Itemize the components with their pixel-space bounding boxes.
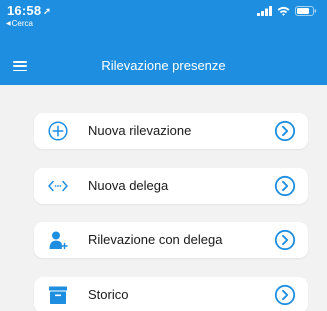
wifi-icon	[277, 6, 290, 16]
app-header: 16:58 ➚ ◀Cerca Rilevazione presenze	[0, 0, 327, 85]
menu-item-label: Nuova rilevazione	[88, 123, 192, 138]
menu-item-storico[interactable]: Storico	[34, 277, 308, 311]
signal-icon	[257, 6, 272, 16]
battery-icon	[295, 6, 317, 16]
archive-box-icon	[47, 284, 69, 306]
chevron-circle-right-icon[interactable]	[274, 120, 296, 142]
page-title: Rilevazione presenze	[101, 58, 226, 73]
menu-item-label: Storico	[88, 287, 129, 302]
status-icons	[257, 6, 317, 16]
menu-item-label: Nuova delega	[88, 178, 169, 193]
back-triangle-icon: ◀	[6, 21, 11, 27]
menu-item-nuova-rilevazione[interactable]: Nuova rilevazione	[34, 113, 308, 149]
back-app-label: Cerca	[11, 19, 33, 28]
menu-item-nuova-delega[interactable]: Nuova delega	[34, 168, 308, 204]
code-arrows-icon	[47, 175, 69, 197]
menu-item-label: Rilevazione con delega	[88, 232, 223, 247]
plus-circle-icon	[47, 120, 69, 142]
menu-item-rilevazione-con-delega[interactable]: Rilevazione con delega	[34, 222, 308, 258]
location-arrow-icon: ➚	[43, 6, 51, 16]
back-to-app-link[interactable]: ◀Cerca	[6, 19, 33, 28]
chevron-circle-right-icon[interactable]	[274, 284, 296, 306]
status-time: 16:58 ➚	[7, 3, 51, 18]
chevron-circle-right-icon[interactable]	[274, 229, 296, 251]
chevron-circle-right-icon[interactable]	[274, 175, 296, 197]
user-plus-icon	[47, 229, 69, 251]
